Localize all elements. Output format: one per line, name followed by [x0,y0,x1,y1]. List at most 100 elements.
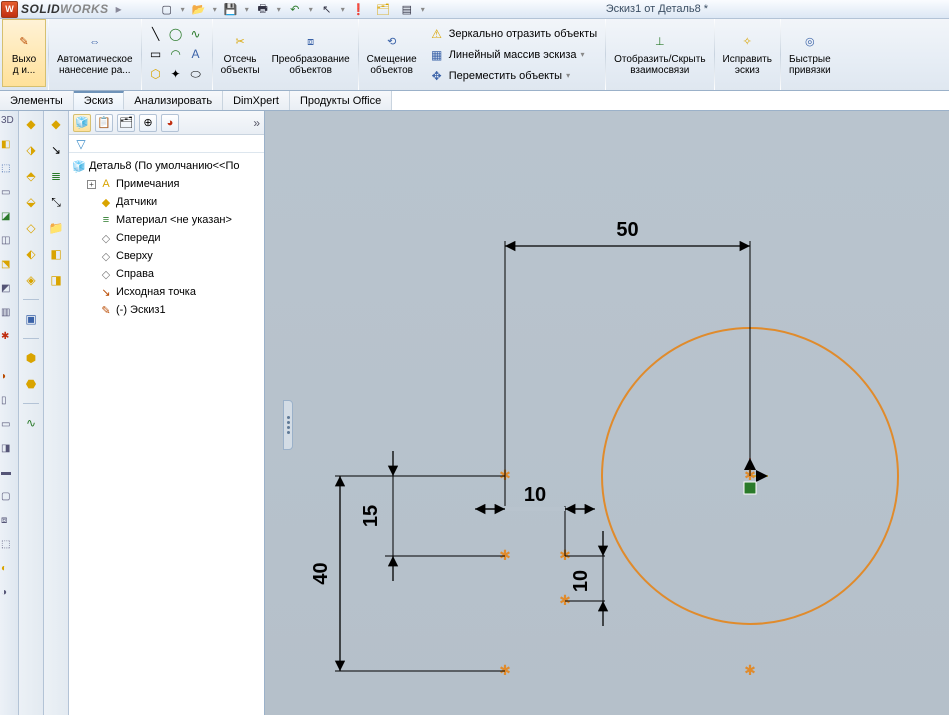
sk2-icon[interactable]: ↘ [47,141,65,159]
surf9-icon[interactable]: ⬢ [22,349,40,367]
feature14-icon[interactable]: ▬ [1,467,17,483]
tab-features[interactable]: Элементы [0,91,74,110]
text-tool[interactable]: A [188,46,204,62]
qat-new-button[interactable]: ▢ [157,1,177,17]
feature3-icon[interactable]: ▭ [1,187,17,203]
tab-dimxpert[interactable]: DimXpert [223,91,290,110]
rectangle-tool[interactable]: ▭ [148,46,164,62]
surf1-icon[interactable]: ◆ [22,115,40,133]
surf4-icon[interactable]: ⬙ [22,193,40,211]
qat-toggle-button[interactable]: ▤ [397,1,417,17]
sk7-icon[interactable]: ◨ [47,271,65,289]
tree-filter-icon[interactable]: ▽ [73,136,89,152]
feature13-icon[interactable]: ◨ [1,443,17,459]
feature10-icon[interactable]: ◗ [1,371,17,387]
3d-icon[interactable]: 3D [1,115,17,131]
offset-button[interactable]: ⟲ Смещение объектов [361,19,423,87]
svg-text:✱: ✱ [744,662,756,678]
tree-node[interactable]: ◆Датчики [71,193,262,211]
convert-entities-button[interactable]: ⧈ Преобразование объектов [266,19,356,87]
tree-node[interactable]: ↘Исходная точка [71,283,262,301]
tree-tab-design[interactable]: 🧊 [73,114,91,132]
surf3-icon[interactable]: ⬘ [22,167,40,185]
tree-node[interactable]: ◇Справа [71,265,262,283]
qat-rebuild-button[interactable]: ❗ [349,1,369,17]
svg-text:10: 10 [524,484,546,506]
tab-sketch[interactable]: Эскиз [74,91,124,110]
sk5-icon[interactable]: 📁 [47,219,65,237]
tab-evaluate[interactable]: Анализировать [124,91,223,110]
tree-node[interactable]: ◇Сверху [71,247,262,265]
qat-save-button[interactable]: 💾 [221,1,241,17]
tree-node[interactable]: ✎(-) Эскиз1 [71,301,262,319]
spline-tool[interactable]: ∿ [188,26,204,42]
feature1-icon[interactable]: ◧ [1,139,17,155]
qat-print-button[interactable]: 🖶 [253,1,273,17]
slot-tool[interactable]: ⬭ [188,66,204,82]
sk3-icon[interactable]: ≣ [47,167,65,185]
feature19-icon[interactable]: ◑ [1,587,17,603]
feature8-icon[interactable]: ▥ [1,307,17,323]
mirror-button[interactable]: ⚠ Зеркально отразить объекты [427,25,599,43]
tree-expand-icon[interactable]: » [253,116,260,130]
tree-root[interactable]: 🧊 Деталь8 (По умолчанию<<По [71,157,262,175]
surf2-icon[interactable]: ⬗ [22,141,40,159]
surf8-icon[interactable]: ▣ [22,310,40,328]
panel-grabber[interactable] [283,400,293,450]
feature6-icon[interactable]: ⬔ [1,259,17,275]
surf11-icon[interactable]: ∿ [22,414,40,432]
svg-text:10: 10 [570,570,592,592]
qat-undo-button[interactable]: ↶ [285,1,305,17]
qat-select-button[interactable]: ↖ [317,1,337,17]
feature11-icon[interactable]: ▯ [1,395,17,411]
feature7-icon[interactable]: ◩ [1,283,17,299]
surf7-icon[interactable]: ◈ [22,271,40,289]
sketch-svg: ✱✱✱✱✱✱✱5040151010 [265,111,945,715]
surf10-icon[interactable]: ⬣ [22,375,40,393]
surf6-icon[interactable]: ⬖ [22,245,40,263]
feature18-icon[interactable]: ◐ [1,563,17,579]
trim-button[interactable]: ✂ Отсечь объекты [215,19,266,87]
linear-pattern-button[interactable]: ▦ Линейный массив эскиза ▾ [427,46,587,64]
exit-sketch-button[interactable]: ✎ Выхо д и... [2,19,46,87]
sk6-icon[interactable]: ◧ [47,245,65,263]
feature15-icon[interactable]: ▢ [1,491,17,507]
brand-expand-icon[interactable]: ▸ [111,1,127,17]
qat-options-button[interactable]: 🗂 [373,1,393,17]
tree-node[interactable]: +AПримечания [71,175,262,193]
feature12-icon[interactable]: ▭ [1,419,17,435]
mirror-icon: ⚠ [429,26,445,42]
feature17-icon[interactable]: ⬚ [1,539,17,555]
tree-node[interactable]: ◇Спереди [71,229,262,247]
tree-tab-property[interactable]: 📋 [95,114,113,132]
graphics-area[interactable]: ✱✱✱✱✱✱✱5040151010 [265,111,949,715]
surf5-icon[interactable]: ◇ [22,219,40,237]
svg-text:40: 40 [310,562,332,584]
tree-tab-render[interactable]: ◕ [161,114,179,132]
feature9-icon[interactable]: ✱ [1,331,17,347]
tree-tab-dimxpert[interactable]: ⊕ [139,114,157,132]
qat-open-button[interactable]: 📂 [189,1,209,17]
line-tool[interactable]: ╲ [148,26,164,42]
tree-tab-config[interactable]: 🗂 [117,114,135,132]
display-relations-button[interactable]: ⊥ Отобразить/Скрыть взаимосвязи [608,19,711,87]
tree-node[interactable]: ≡Материал <не указан> [71,211,262,229]
circle-tool[interactable]: ◯ [168,26,184,42]
arc-tool[interactable]: ◠ [168,46,184,62]
sk1-icon[interactable]: ◆ [47,115,65,133]
smart-dimension-button[interactable]: ⇔ Автоматическое нанесение ра... [51,19,139,87]
polygon-tool[interactable]: ⬡ [148,66,164,82]
tree-twister[interactable]: + [87,180,96,189]
feature16-icon[interactable]: ⧈ [1,515,17,531]
tab-office[interactable]: Продукты Office [290,91,392,110]
feature4-icon[interactable]: ◪ [1,211,17,227]
move-entities-button[interactable]: ✥ Переместить объекты ▾ [427,67,572,85]
quick-snaps-button[interactable]: ◎ Быстрые привязки [783,19,837,87]
feature2-icon[interactable]: ⬚ [1,163,17,179]
sketch-toolbar-strip: ◆ ↘ ≣ ⤡ 📁 ◧ ◨ [44,111,69,715]
point-tool[interactable]: ✦ [168,66,184,82]
feature5-icon[interactable]: ◫ [1,235,17,251]
sk4-icon[interactable]: ⤡ [47,193,65,211]
repair-sketch-button[interactable]: ✧ Исправить эскиз [717,19,778,87]
tree-node-label: Материал <не указан> [116,214,232,226]
